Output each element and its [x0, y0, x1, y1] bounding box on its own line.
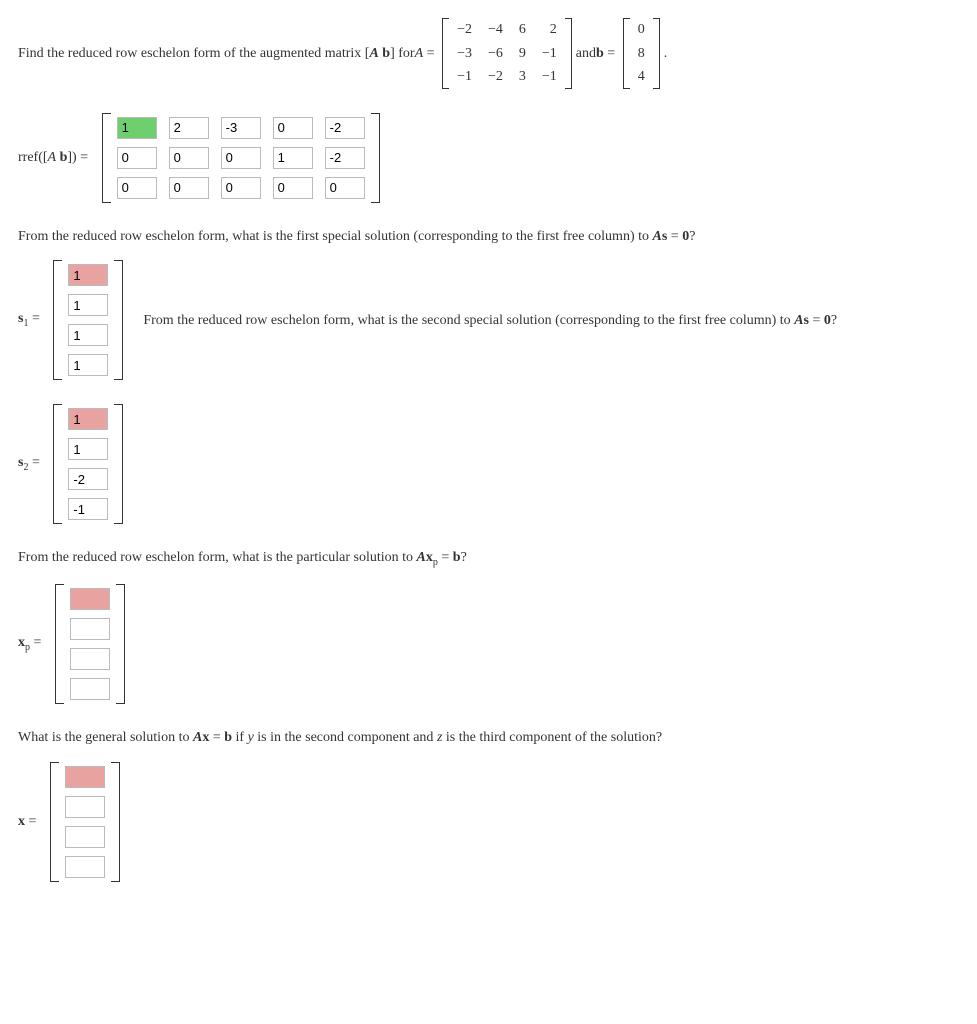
s1-vector — [53, 260, 123, 380]
matrix-cell: 3 — [511, 65, 534, 89]
matrix-cell: −2 — [449, 18, 480, 42]
text: Find the reduced row eschelon form of th… — [18, 44, 369, 64]
question-x: What is the general solution to Ax = b i… — [18, 728, 959, 748]
x-cell-1[interactable] — [65, 796, 105, 818]
b-equals: b — [596, 44, 604, 64]
x-cell-3[interactable] — [65, 856, 105, 878]
s2-cell-0[interactable] — [68, 408, 108, 430]
rref-cell-1-4[interactable] — [325, 147, 365, 169]
matrix-cell: 8 — [630, 42, 653, 66]
rref-cell-0-3[interactable] — [273, 117, 313, 139]
A-symbol: A — [369, 44, 378, 64]
matrix-cell: −1 — [534, 65, 565, 89]
s2-cell-2[interactable] — [68, 468, 108, 490]
matrix-cell: 6 — [511, 18, 534, 42]
xp-vector — [55, 584, 125, 704]
xp-row: xp = — [18, 584, 959, 704]
text: and — [576, 44, 596, 64]
question-xp: From the reduced row eschelon form, what… — [18, 548, 959, 570]
question-s1: From the reduced row eschelon form, what… — [18, 227, 959, 247]
x-label: x = — [18, 812, 40, 832]
s1-cell-0[interactable] — [68, 264, 108, 286]
xp-cell-1[interactable] — [70, 618, 110, 640]
period: . — [664, 44, 668, 64]
rref-cell-1-1[interactable] — [169, 147, 209, 169]
question-rref: Find the reduced row eschelon form of th… — [18, 18, 959, 89]
s2-cell-1[interactable] — [68, 438, 108, 460]
s1-row: s1 = From the reduced row eschelon form,… — [18, 260, 959, 380]
s1-cell-2[interactable] — [68, 324, 108, 346]
x-cell-2[interactable] — [65, 826, 105, 848]
rref-label: rref([A b]) = — [18, 148, 92, 168]
rref-cell-0-0[interactable] — [117, 117, 157, 139]
matrix-cell: −4 — [480, 18, 511, 42]
s2-vector — [53, 404, 123, 524]
s2-cell-3[interactable] — [68, 498, 108, 520]
xp-cell-2[interactable] — [70, 648, 110, 670]
rref-cell-0-1[interactable] — [169, 117, 209, 139]
xp-cell-0[interactable] — [70, 588, 110, 610]
rref-cell-0-2[interactable] — [221, 117, 261, 139]
A-equals: A — [415, 44, 424, 64]
matrix-cell: −6 — [480, 42, 511, 66]
rref-cell-1-0[interactable] — [117, 147, 157, 169]
s1-cell-1[interactable] — [68, 294, 108, 316]
matrix-cell: 4 — [630, 65, 653, 89]
s1-cell-3[interactable] — [68, 354, 108, 376]
matrix-cell: 2 — [534, 18, 565, 42]
rref-cell-0-4[interactable] — [325, 117, 365, 139]
b-symbol: b — [382, 44, 390, 64]
rref-cell-2-0[interactable] — [117, 177, 157, 199]
matrix-cell: −2 — [480, 65, 511, 89]
rref-cell-1-2[interactable] — [221, 147, 261, 169]
xp-cell-3[interactable] — [70, 678, 110, 700]
matrix-cell: −3 — [449, 42, 480, 66]
matrix-cell: 9 — [511, 42, 534, 66]
matrix-cell: −1 — [449, 65, 480, 89]
x-cell-0[interactable] — [65, 766, 105, 788]
rref-cell-2-4[interactable] — [325, 177, 365, 199]
vector-b: 084 — [623, 18, 660, 89]
xp-label: xp = — [18, 633, 45, 655]
rref-answer: rref([A b]) = — [18, 113, 959, 203]
rref-matrix — [102, 113, 380, 203]
x-vector — [50, 762, 120, 882]
equals: = — [604, 44, 619, 64]
matrix-A: −2−462−3−69−1−1−23−1 — [442, 18, 572, 89]
rref-cell-1-3[interactable] — [273, 147, 313, 169]
text: ] for — [390, 44, 415, 64]
matrix-cell: 0 — [630, 18, 653, 42]
rref-cell-2-1[interactable] — [169, 177, 209, 199]
x-row: x = — [18, 762, 959, 882]
equals: = — [423, 44, 438, 64]
s2-label: s2 = — [18, 453, 43, 475]
rref-cell-2-2[interactable] — [221, 177, 261, 199]
rref-cell-2-3[interactable] — [273, 177, 313, 199]
s1-label: s1 = — [18, 309, 43, 331]
matrix-cell: −1 — [534, 42, 565, 66]
question-s2: From the reduced row eschelon form, what… — [143, 311, 837, 331]
s2-row: s2 = — [18, 404, 959, 524]
